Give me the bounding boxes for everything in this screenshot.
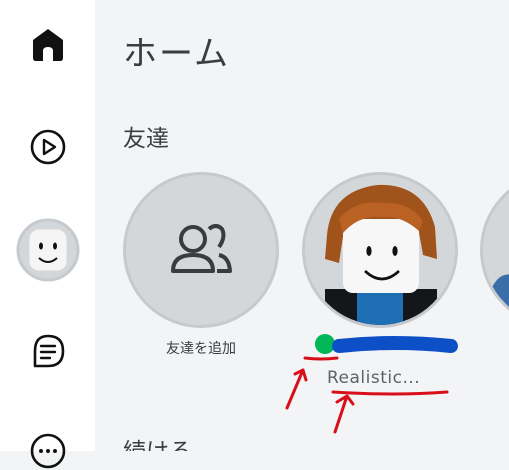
avatar	[16, 218, 79, 282]
red-arrow-2	[333, 394, 355, 434]
red-arrow-1	[285, 368, 308, 410]
sidebar	[0, 0, 95, 469]
nav-discover[interactable]	[0, 128, 95, 166]
nav-avatar[interactable]	[0, 218, 95, 282]
blue-redaction-scribble	[332, 336, 458, 353]
more-icon	[30, 433, 65, 469]
continue-section-title: 続ける	[123, 432, 192, 451]
friend-avatar-partial-image	[483, 175, 509, 325]
friend-name: Realistic...	[327, 368, 421, 388]
add-friend-icon	[171, 224, 232, 273]
red-underline-name	[331, 390, 449, 396]
friend-avatar-image	[305, 175, 455, 325]
page-title: ホーム	[123, 34, 230, 74]
nav-more[interactable]	[0, 432, 95, 470]
friend-avatar-partial[interactable]	[480, 172, 509, 328]
chat-icon	[33, 334, 64, 368]
red-underline-dot	[303, 356, 339, 361]
friend-avatar[interactable]	[302, 172, 458, 328]
add-friend-button[interactable]	[123, 172, 279, 328]
home-icon	[32, 29, 63, 61]
nav-home[interactable]	[0, 25, 95, 63]
play-icon	[30, 129, 65, 165]
nav-chat[interactable]	[0, 332, 95, 370]
friends-section-title: 友達	[123, 126, 169, 152]
online-status-dot	[315, 334, 335, 354]
main-content: ホーム 友達 友達を追加 Realistic...	[95, 0, 509, 451]
add-friend-label: 友達を追加	[166, 341, 236, 357]
